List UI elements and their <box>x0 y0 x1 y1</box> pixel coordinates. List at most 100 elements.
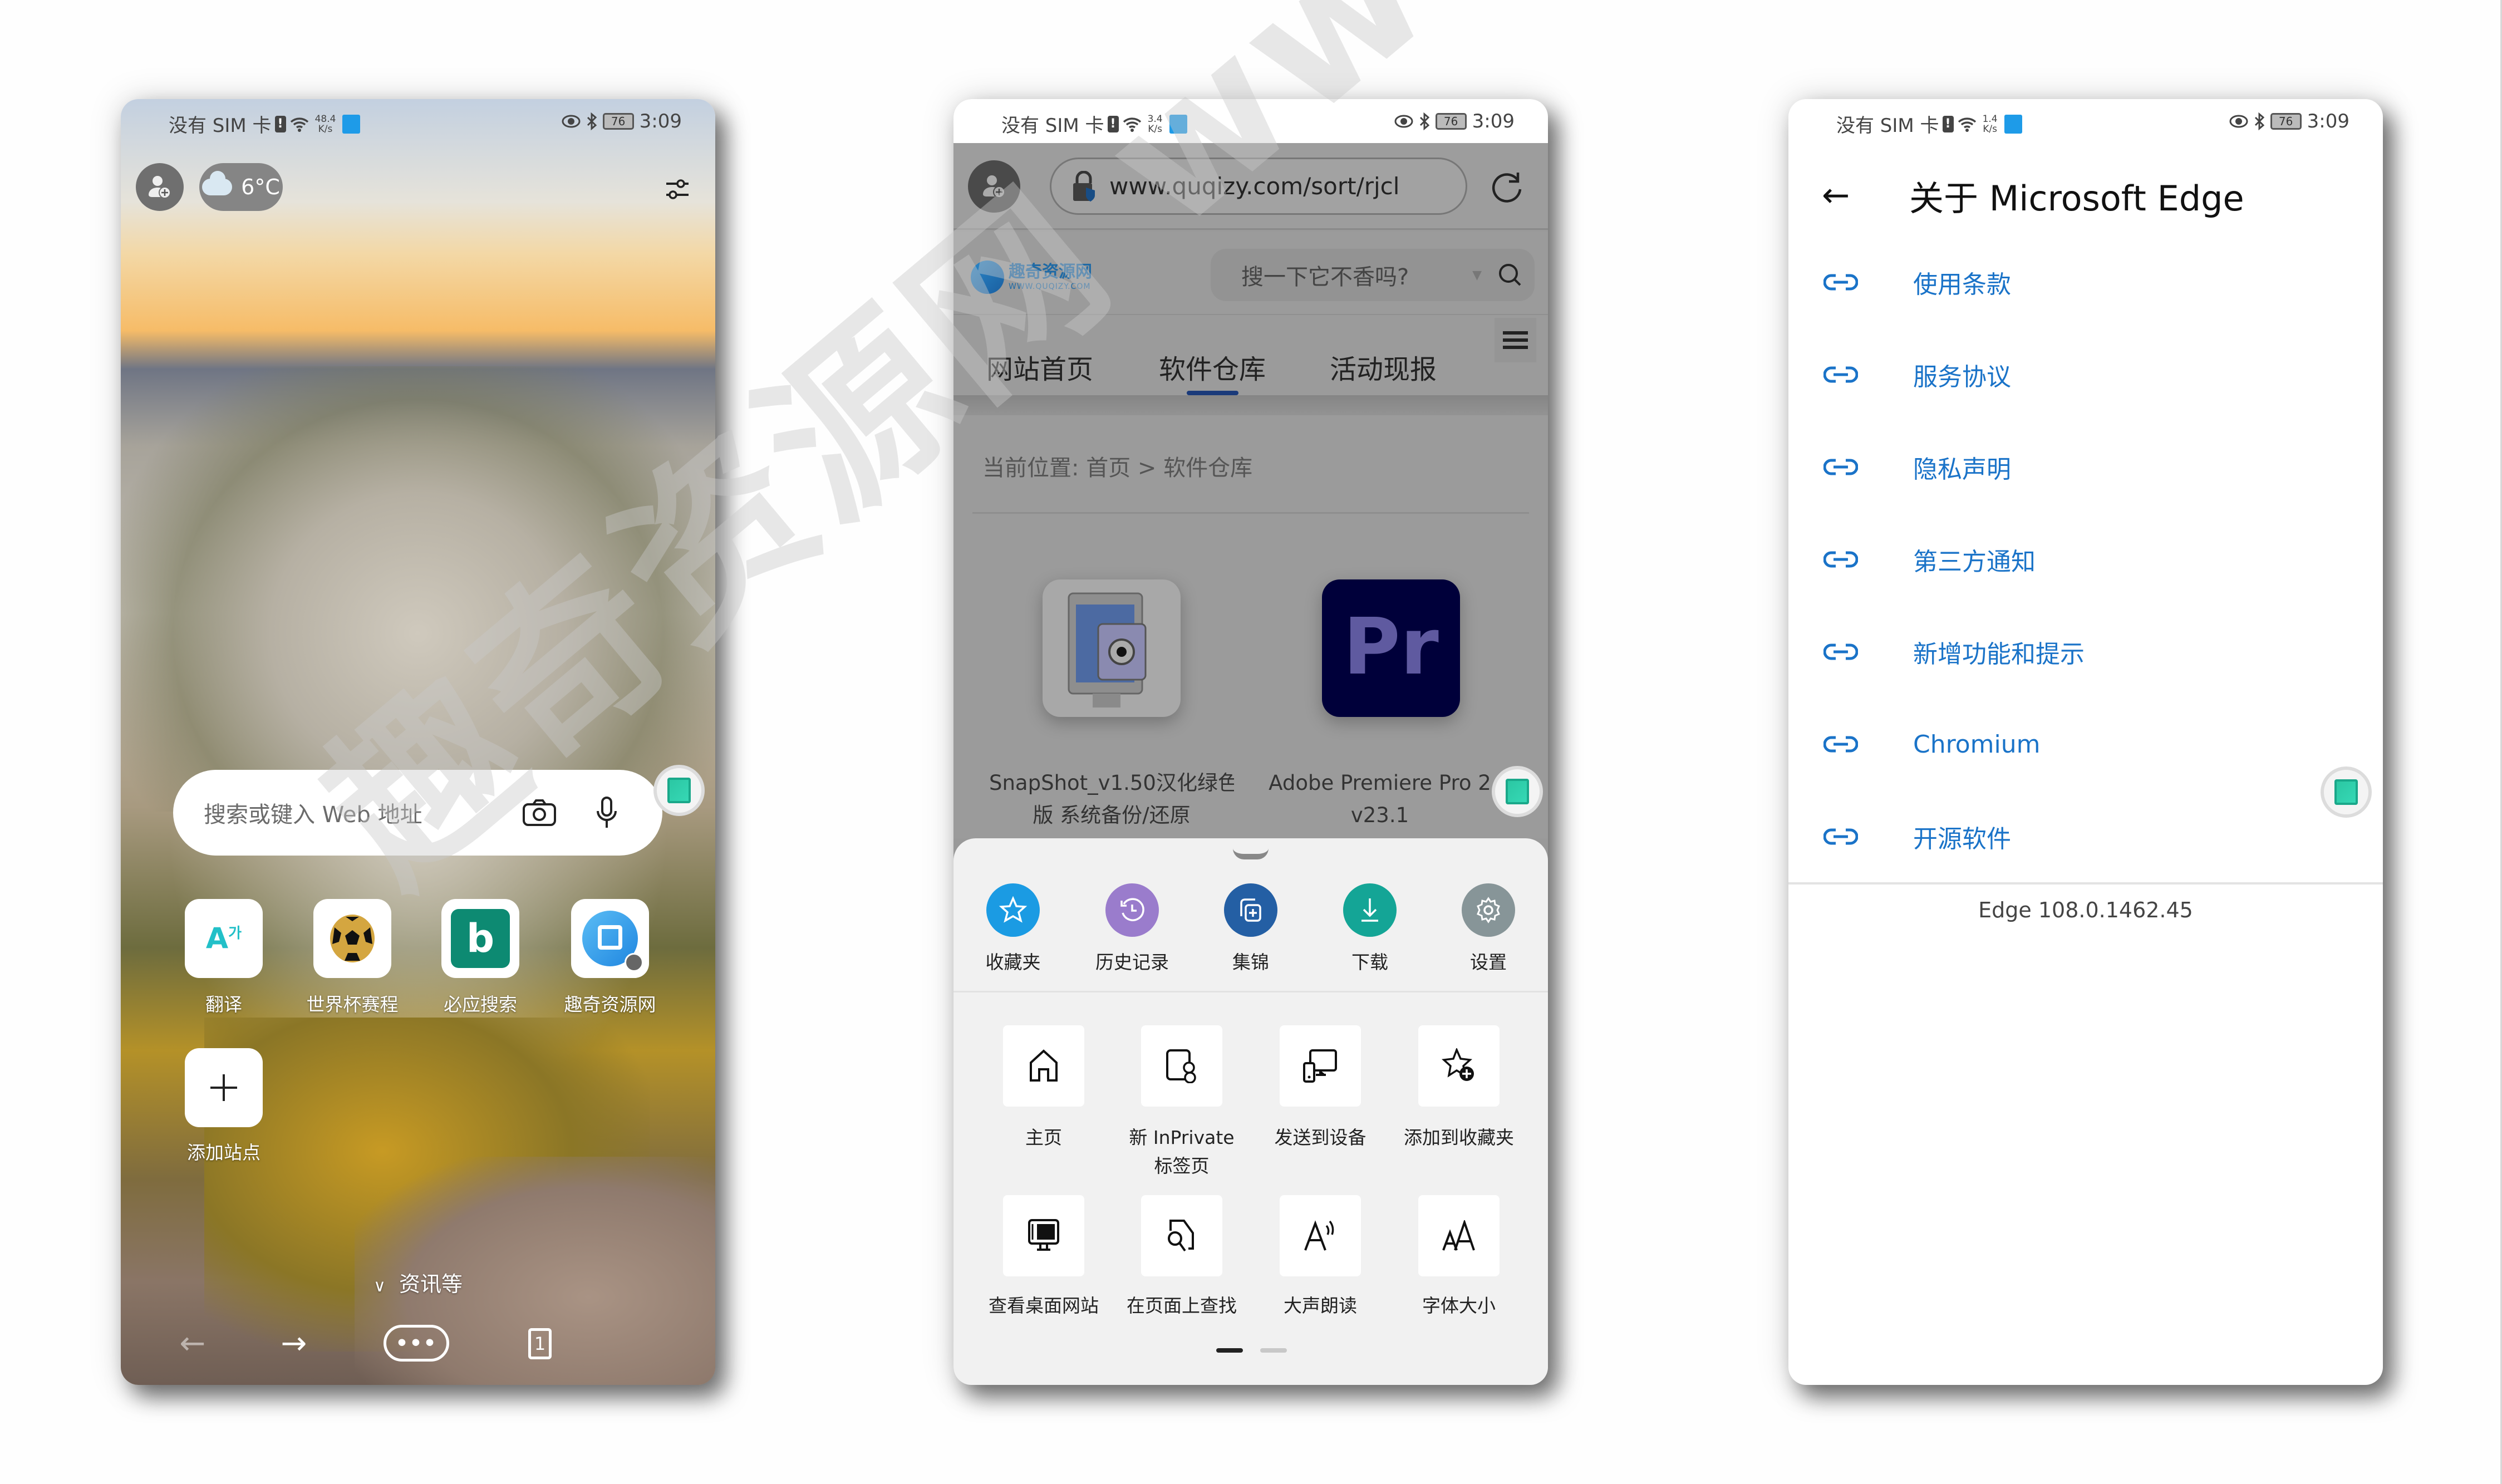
hamburger-icon <box>1503 331 1528 349</box>
menu-read-aloud-button[interactable] <box>1280 1195 1361 1276</box>
about-link[interactable]: 开源软件 <box>1788 809 2383 864</box>
shortcut-label: 必应搜索 <box>444 994 517 1015</box>
menu-send-to-device-button[interactable] <box>1280 1025 1361 1107</box>
eye-comfort-icon <box>1394 115 1413 128</box>
site-nav: 网站首页 软件仓库 活动现报 <box>953 314 1548 395</box>
send-to-device-icon <box>1303 1049 1337 1083</box>
sheet-collapse-handle[interactable] <box>1233 848 1269 859</box>
menu-add-to-favorites-button[interactable] <box>1418 1025 1500 1107</box>
page-indicator-active[interactable] <box>1216 1348 1243 1353</box>
menu-history-button[interactable] <box>1105 883 1159 937</box>
page-indicator-inactive[interactable] <box>1260 1348 1287 1353</box>
menu-font-size-button[interactable] <box>1418 1195 1500 1276</box>
site-menu-button[interactable] <box>1495 318 1536 362</box>
tabs-button[interactable]: 1 <box>528 1328 552 1359</box>
network-speed: 48.4 K/s <box>314 113 336 135</box>
shortcut-translate[interactable]: A가 <box>185 899 263 978</box>
plus-icon <box>210 1074 237 1101</box>
inprivate-tab-icon <box>1166 1049 1196 1083</box>
wifi-icon <box>1123 117 1141 132</box>
quqizy-icon <box>582 911 643 972</box>
menu-settings-button[interactable] <box>1462 883 1515 937</box>
weather-chip[interactable]: 6°C <box>199 163 283 211</box>
app-card-title[interactable]: Adobe Premiere Pro 2 v23.1 <box>1269 767 1491 832</box>
wallpaper-rock-peak <box>121 366 715 812</box>
floating-app-button[interactable] <box>2321 766 2372 818</box>
menu-inprivate-tab-button[interactable] <box>1141 1025 1222 1107</box>
menu-downloads-button[interactable] <box>1343 883 1397 937</box>
shortcut-world-cup[interactable] <box>313 899 391 978</box>
link-icon <box>1823 274 1858 291</box>
menu-label: 设置 <box>1470 951 1507 973</box>
about-link[interactable]: 第三方通知 <box>1788 532 2383 587</box>
nav-shadow <box>953 395 1548 415</box>
shortcut-label: 趣奇资源网 <box>564 994 656 1015</box>
about-link[interactable]: 隐私声明 <box>1788 439 2383 495</box>
font-size-icon <box>1442 1220 1475 1251</box>
status-bar: 没有 SIM 卡 ! 1.4 K/s 76 3:09 <box>1788 99 2383 143</box>
profile-button[interactable] <box>136 163 184 211</box>
refresh-icon[interactable] <box>1491 170 1525 204</box>
about-link[interactable]: 新增功能和提示 <box>1788 624 2383 680</box>
about-link[interactable]: 服务协议 <box>1788 347 2383 402</box>
camera-search-icon[interactable] <box>522 799 557 827</box>
page-settings-button[interactable] <box>665 177 690 202</box>
menu-label: 集锦 <box>1232 951 1269 973</box>
menu-label: 字体大小 <box>1422 1295 1496 1316</box>
add-profile-icon <box>983 175 1005 198</box>
battery-indicator: 76 <box>602 113 634 130</box>
floating-app-button[interactable] <box>653 765 705 816</box>
search-input[interactable]: 搜索或键入 Web 地址 <box>173 770 662 856</box>
bing-icon: b <box>451 909 510 968</box>
site-search-input[interactable]: 搜一下它不香吗? ▼ <box>1211 249 1535 301</box>
network-speed: 1.4 K/s <box>1982 113 1998 135</box>
back-button[interactable]: ← <box>1822 176 1850 215</box>
about-link-label: 使用条款 <box>1913 271 2011 299</box>
menu-label: 收藏夹 <box>985 951 1041 973</box>
gear-icon <box>1477 897 1500 923</box>
more-menu-button[interactable]: ••• <box>384 1325 449 1362</box>
shortcut-quqizy[interactable] <box>571 899 649 978</box>
phone-browser-menu: 没有 SIM 卡 ! 3.4 K/s 76 3:09 www.quqizy.com… <box>953 99 1548 1385</box>
menu-home-button[interactable] <box>1003 1025 1084 1107</box>
divider <box>1788 882 2383 884</box>
about-link[interactable]: 使用条款 <box>1788 254 2383 310</box>
status-bar: 没有 SIM 卡 ! 48.4 K/s 76 3:09 <box>121 99 715 143</box>
shortcut-bing[interactable]: b <box>441 899 519 978</box>
more-menu-sheet: 收藏夹 历史记录 集锦 下载 设置 主页 新 InPrivate 标签页 发送到设… <box>953 838 1548 1385</box>
news-expander[interactable]: ∨ 资讯等 <box>121 1267 715 1298</box>
site-logo[interactable]: 趣奇资源网 WWW.QUQIZY.COM <box>971 261 1092 294</box>
about-link-label: 新增功能和提示 <box>1913 640 2085 669</box>
news-label: 资讯等 <box>399 1272 463 1296</box>
phone-new-tab: 没有 SIM 卡 ! 48.4 K/s 76 3:09 6°C 搜索或键入 We… <box>121 99 715 1385</box>
app-card-title[interactable]: SnapShot_v1.50汉化绿色版 系统备份/还原 <box>989 767 1234 832</box>
menu-desktop-site-button[interactable] <box>1003 1195 1084 1276</box>
about-link[interactable]: Chromium <box>1788 716 2383 772</box>
menu-label: 添加到收藏夹 <box>1404 1127 1514 1148</box>
clock: 3:09 <box>2307 110 2349 132</box>
back-button[interactable]: ← <box>173 1324 212 1363</box>
floating-app-button[interactable] <box>1492 766 1543 817</box>
nav-tab-events[interactable]: 活动现报 <box>1330 347 1437 386</box>
network-speed: 3.4 K/s <box>1147 113 1163 135</box>
battery-indicator: 76 <box>2270 113 2302 130</box>
sim-alert-icon: ! <box>1107 115 1119 132</box>
profile-button[interactable] <box>968 160 1020 213</box>
address-bar[interactable]: www.quqizy.com/sort/rjcl <box>1050 158 1467 215</box>
forward-button[interactable]: → <box>274 1324 313 1363</box>
menu-favorites-button[interactable] <box>986 883 1040 937</box>
app-card-snapshot[interactable] <box>1043 579 1181 717</box>
sim-alert-icon: ! <box>274 115 286 132</box>
menu-collections-button[interactable] <box>1224 883 1277 937</box>
app-card-premiere[interactable]: Pr <box>1322 579 1460 717</box>
microphone-icon[interactable] <box>596 797 618 830</box>
nav-tab-software[interactable]: 软件仓库 <box>1159 347 1266 386</box>
site-domain: WWW.QUQIZY.COM <box>1009 282 1091 291</box>
link-icon <box>1823 366 1858 383</box>
nav-tab-home[interactable]: 网站首页 <box>986 347 1093 386</box>
add-site-button[interactable] <box>185 1048 263 1127</box>
about-link-label: 服务协议 <box>1913 363 2011 391</box>
dropdown-caret-icon[interactable]: ▼ <box>1472 268 1482 282</box>
menu-find-in-page-button[interactable] <box>1141 1195 1222 1276</box>
search-icon[interactable] <box>1498 263 1522 287</box>
